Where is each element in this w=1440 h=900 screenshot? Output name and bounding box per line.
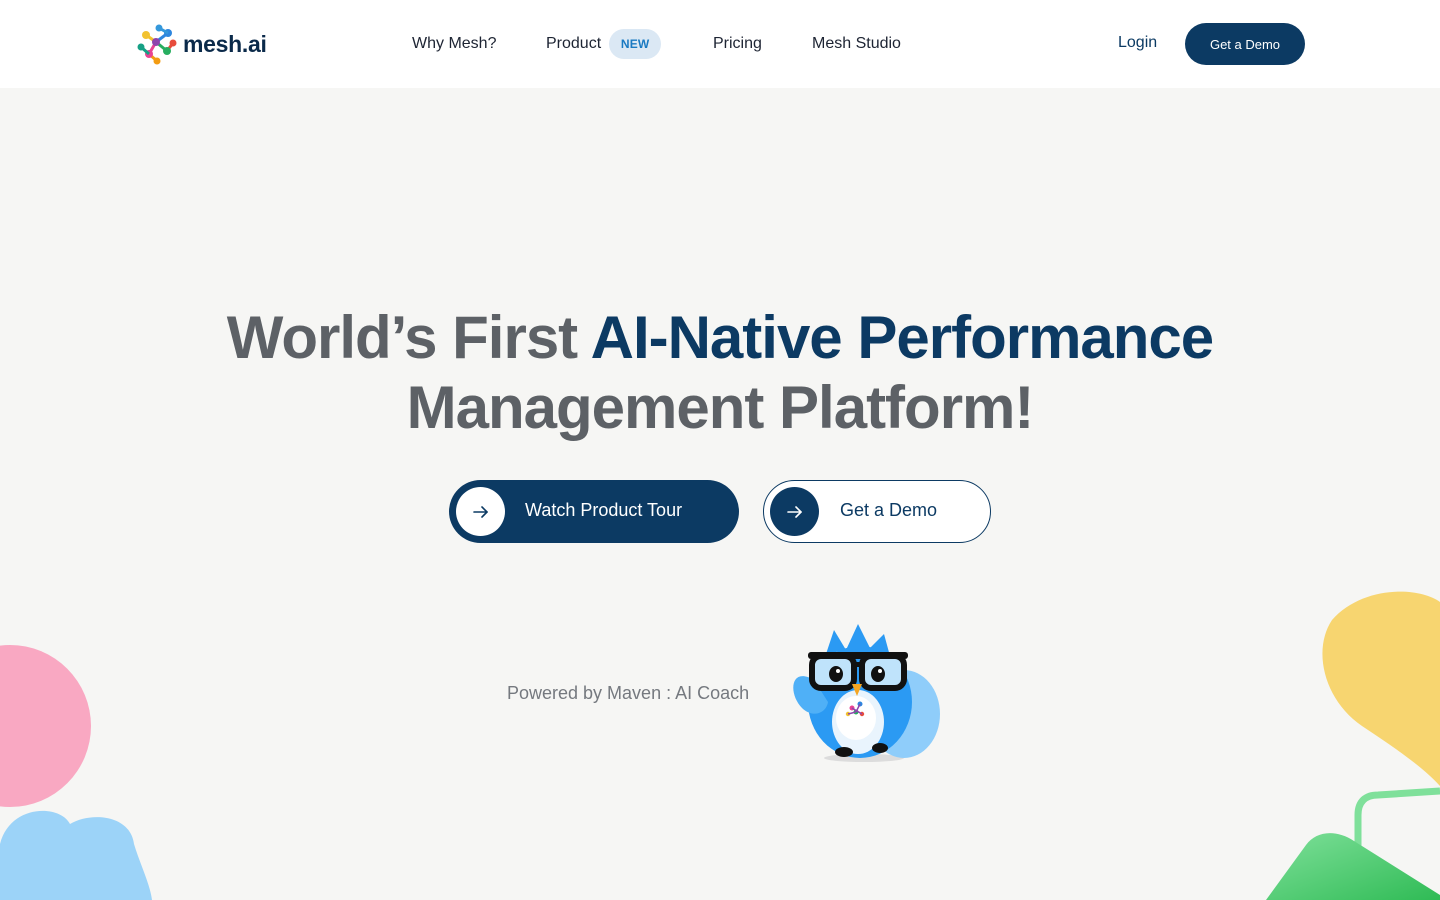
owl-mascot-icon	[793, 624, 940, 762]
hero-title-part1: World’s First	[226, 304, 591, 371]
login-link[interactable]: Login	[1118, 34, 1157, 52]
hero-title-part2: Management Platform!	[406, 374, 1035, 441]
nav-pricing[interactable]: Pricing	[713, 35, 762, 53]
get-demo-header-button[interactable]: Get a Demo	[1185, 23, 1305, 65]
nav-why-mesh[interactable]: Why Mesh?	[412, 35, 496, 53]
brand-logo[interactable]: mesh.ai	[137, 23, 267, 65]
site-header: mesh.ai Why Mesh? Product NEW Pricing Me…	[0, 0, 1440, 88]
new-badge: NEW	[609, 29, 662, 59]
nav-mesh-studio[interactable]: Mesh Studio	[812, 35, 901, 53]
arrow-right-icon	[472, 505, 488, 518]
get-demo-hero-button[interactable]: Get a Demo	[763, 480, 991, 543]
arrow-right-icon	[786, 505, 802, 518]
brand-name: mesh.ai	[183, 30, 267, 57]
get-demo-hero-label: Get a Demo	[840, 500, 938, 520]
hero-title-accent: AI-Native Performance	[590, 304, 1215, 371]
green-shape-decoration	[1266, 787, 1440, 900]
blue-blob-decoration	[0, 810, 152, 900]
nav-product[interactable]: Product NEW	[546, 29, 662, 59]
powered-by-text: Powered by Maven : AI Coach	[507, 683, 750, 703]
watch-product-tour-label: Watch Product Tour	[525, 500, 683, 520]
mesh-logo-icon	[137, 24, 177, 65]
hero-title: World’s First AI-Native Performance Mana…	[0, 303, 1440, 443]
nav-product-label: Product	[546, 35, 602, 52]
yellow-blob-decoration	[1322, 591, 1440, 786]
watch-product-tour-button[interactable]: Watch Product Tour	[449, 480, 739, 543]
demo-arrow-circle	[770, 487, 819, 536]
tour-arrow-circle	[456, 487, 505, 536]
page: mesh.ai Why Mesh? Product NEW Pricing Me…	[0, 0, 1440, 900]
pink-blob-decoration	[0, 645, 91, 807]
